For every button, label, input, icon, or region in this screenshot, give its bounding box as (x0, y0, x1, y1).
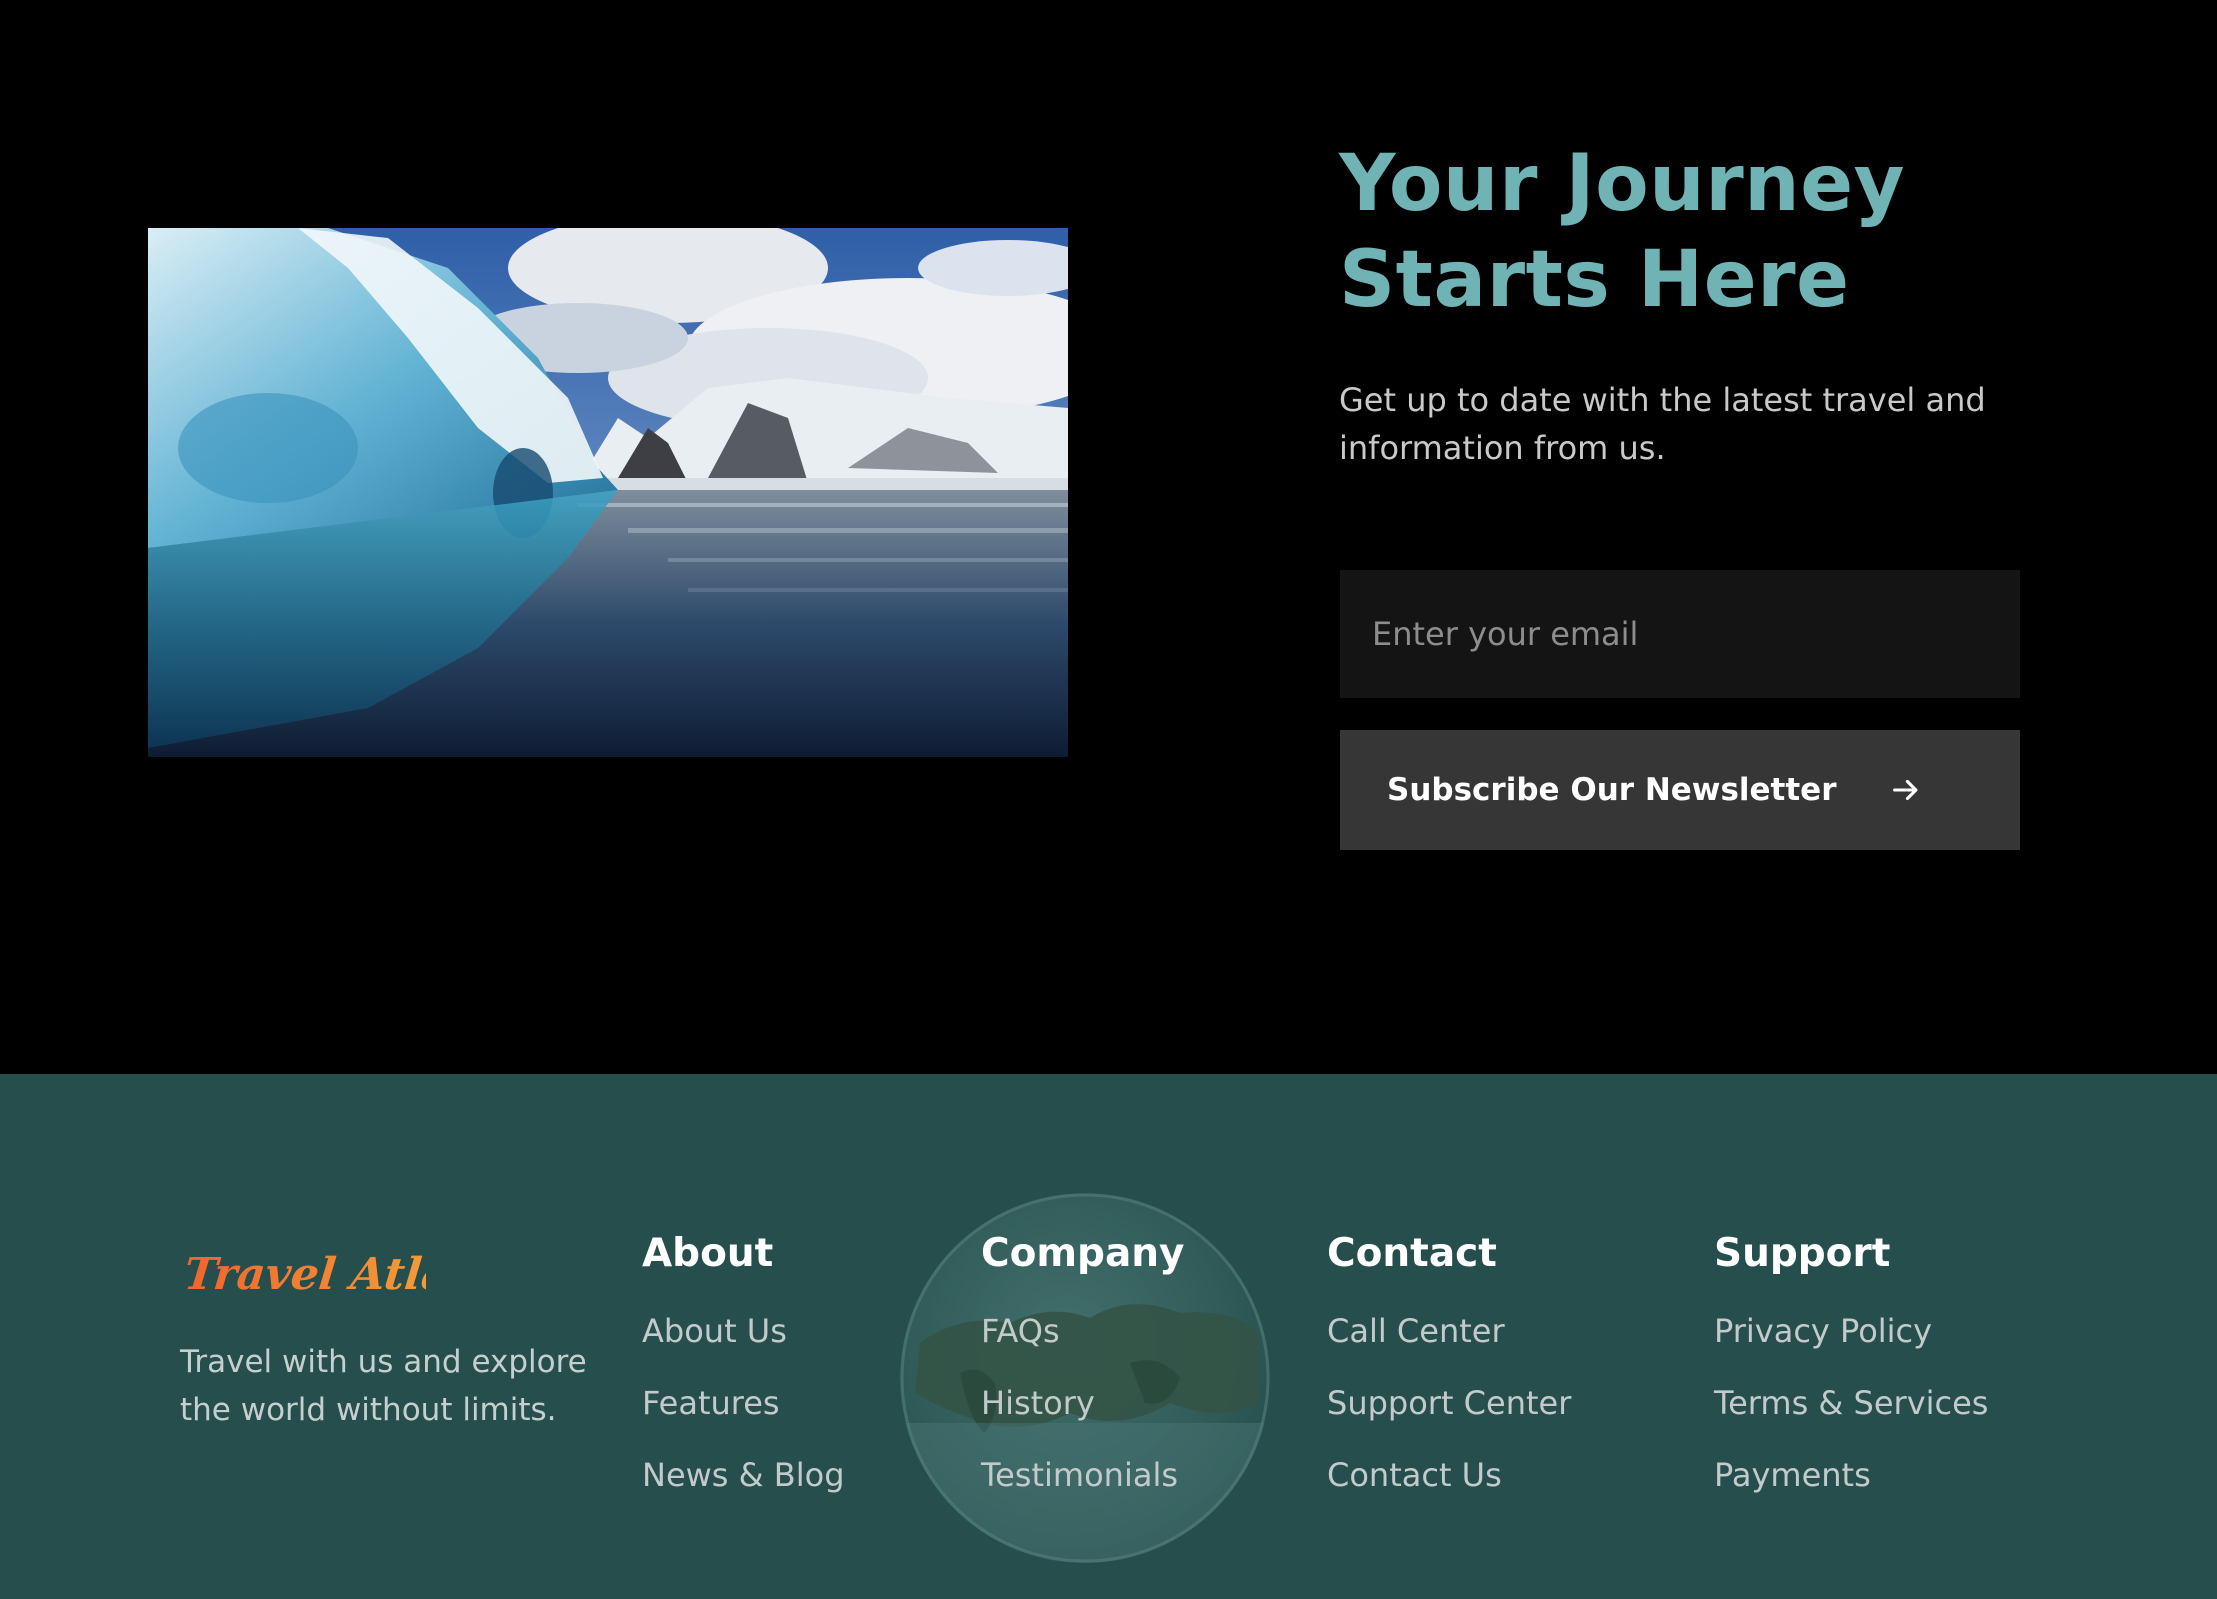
footer-link-testimonials[interactable]: Testimonials (981, 1456, 1178, 1494)
newsletter-headline: Your Journey Starts Here (1339, 136, 2139, 328)
iceberg-image (148, 228, 1068, 757)
footer-link-faqs[interactable]: FAQs (981, 1312, 1060, 1350)
footer-column-support: Support Privacy Policy Terms & Services … (1714, 1230, 1988, 1527)
svg-text:Travel Atlas: Travel Atlas (186, 1249, 426, 1300)
footer-link-features[interactable]: Features (642, 1384, 780, 1422)
footer-link-privacy-policy[interactable]: Privacy Policy (1714, 1312, 1932, 1350)
headline-line-1: Your Journey (1339, 139, 1905, 229)
subscribe-button-label: Subscribe Our Newsletter (1387, 772, 1837, 808)
footer-heading-company: Company (981, 1231, 1185, 1276)
footer-column-company: Company FAQs History Testimonials (981, 1230, 1184, 1527)
headline-line-2: Starts Here (1339, 235, 1850, 325)
footer-column-contact: Contact Call Center Support Center Conta… (1327, 1230, 1571, 1527)
page: Your Journey Starts Here Get up to date … (0, 0, 2217, 1599)
footer-link-support-center[interactable]: Support Center (1327, 1384, 1571, 1422)
footer-column-about: About About Us Features News & Blog (642, 1230, 845, 1527)
footer: Travel Atlas Travel with us and explore … (0, 1074, 2217, 1599)
footer-heading-support: Support (1714, 1231, 1891, 1276)
footer-link-call-center[interactable]: Call Center (1327, 1312, 1505, 1350)
footer-heading-contact: Contact (1327, 1231, 1497, 1276)
email-input[interactable] (1340, 570, 2020, 698)
arrow-right-icon (1889, 773, 1923, 807)
newsletter-section: Your Journey Starts Here Get up to date … (0, 0, 2217, 1074)
footer-link-history[interactable]: History (981, 1384, 1095, 1422)
subscribe-button[interactable]: Subscribe Our Newsletter (1340, 730, 2020, 850)
footer-link-about-us[interactable]: About Us (642, 1312, 787, 1350)
newsletter-subtext: Get up to date with the latest travel an… (1339, 381, 1986, 467)
footer-link-payments[interactable]: Payments (1714, 1456, 1871, 1494)
brand-description: Travel with us and explore the world wit… (180, 1344, 587, 1428)
travel-atlas-logo[interactable]: Travel Atlas (186, 1239, 426, 1309)
footer-link-news-blog[interactable]: News & Blog (642, 1456, 845, 1494)
footer-link-contact-us[interactable]: Contact Us (1327, 1456, 1502, 1494)
footer-link-terms-services[interactable]: Terms & Services (1714, 1384, 1988, 1422)
footer-heading-about: About (642, 1231, 774, 1276)
